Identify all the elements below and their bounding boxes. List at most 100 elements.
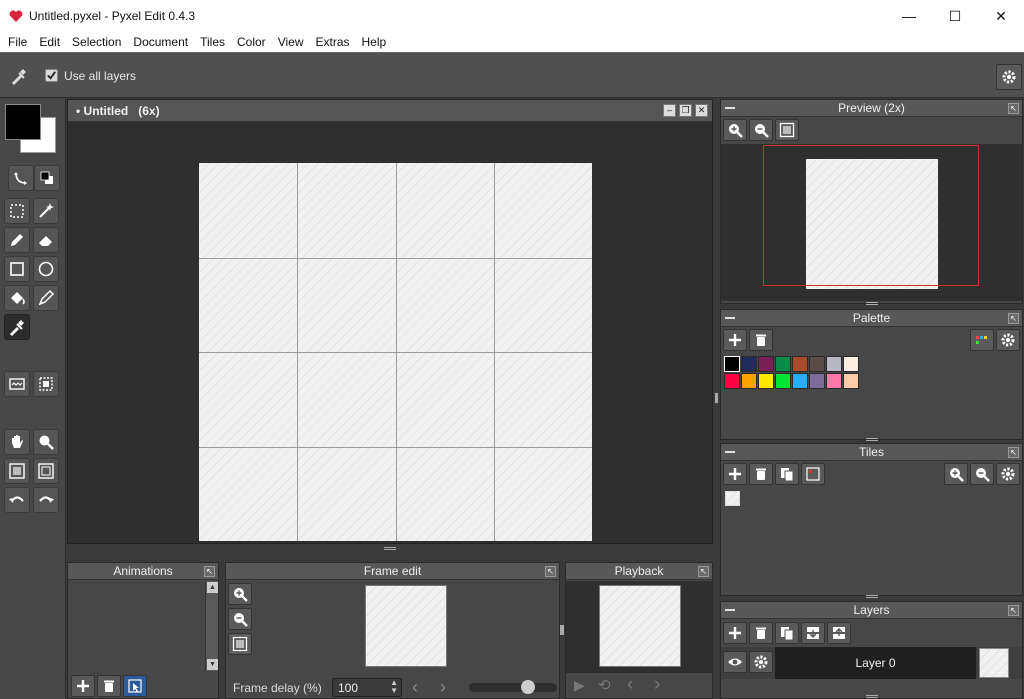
palette-swatch[interactable]: [792, 356, 808, 372]
tiles-zoom-in-button[interactable]: [944, 463, 968, 485]
popout-button[interactable]: ↖: [204, 566, 215, 577]
add-color-button[interactable]: [723, 329, 747, 351]
frame-zoom-out-button[interactable]: [228, 608, 252, 630]
palette-swatch[interactable]: [826, 373, 842, 389]
maximize-button[interactable]: ☐: [932, 0, 978, 32]
next-button[interactable]: ›: [654, 674, 660, 696]
palette-swatch[interactable]: [809, 373, 825, 389]
duplicate-tile-button[interactable]: [775, 463, 799, 485]
select-animation-button[interactable]: [123, 675, 147, 697]
redo-button[interactable]: [33, 487, 59, 513]
frame-slider-knob[interactable]: [520, 680, 535, 694]
palette-swatch[interactable]: [809, 356, 825, 372]
palette-swatch[interactable]: [758, 373, 774, 389]
magic-wand-tool[interactable]: [33, 198, 59, 224]
rectangle-tool[interactable]: [4, 256, 30, 282]
layer-name-cell[interactable]: Layer 0: [775, 647, 976, 679]
merge-layer-down-button[interactable]: [801, 622, 825, 644]
ellipse-tool[interactable]: [33, 256, 59, 282]
fit-canvas-button[interactable]: [4, 458, 30, 484]
layer-row[interactable]: Layer 0: [721, 647, 1022, 679]
swap-colors-button[interactable]: [8, 165, 34, 191]
tile-select-tool[interactable]: [33, 371, 59, 397]
layer-visibility-button[interactable]: [723, 651, 747, 673]
menu-view[interactable]: View: [272, 35, 310, 49]
add-animation-button[interactable]: [71, 675, 95, 697]
palette-presets-button[interactable]: [970, 329, 994, 351]
menu-document[interactable]: Document: [127, 35, 194, 49]
actual-size-button[interactable]: [33, 458, 59, 484]
menu-tiles[interactable]: Tiles: [194, 35, 231, 49]
delete-tile-button[interactable]: [749, 463, 773, 485]
collapse-button[interactable]: [725, 451, 735, 453]
palette-swatch[interactable]: [775, 373, 791, 389]
rect-select-tool[interactable]: [4, 198, 30, 224]
menu-file[interactable]: File: [2, 35, 33, 49]
palette-swatch[interactable]: [826, 356, 842, 372]
minimize-button[interactable]: —: [886, 0, 932, 32]
frame-thumbnail[interactable]: [365, 585, 447, 667]
frame-slider-track[interactable]: [469, 680, 557, 694]
play-button[interactable]: ▶: [574, 677, 585, 694]
doc-minimize-button[interactable]: –: [663, 104, 676, 117]
tile-mask-button[interactable]: [801, 463, 825, 485]
color-replace-tool[interactable]: [33, 285, 59, 311]
preview-fit-button[interactable]: [775, 119, 799, 141]
stepper-arrows[interactable]: ▲ ▼: [390, 679, 398, 695]
tiles-settings-button[interactable]: [996, 463, 1020, 485]
palette-settings-button[interactable]: [996, 329, 1020, 351]
palette-swatch[interactable]: [775, 356, 791, 372]
menu-color[interactable]: Color: [231, 35, 272, 49]
popout-button[interactable]: ↖: [1008, 447, 1019, 458]
pencil-tool[interactable]: [4, 227, 30, 253]
frame-fit-button[interactable]: [228, 633, 252, 655]
delete-layer-button[interactable]: [749, 622, 773, 644]
preview-viewport-rect[interactable]: [763, 145, 979, 286]
menu-edit[interactable]: Edit: [33, 35, 66, 49]
eraser-tool[interactable]: [33, 227, 59, 253]
horizontal-splitter[interactable]: [67, 545, 713, 551]
use-all-layers-checkbox[interactable]: [45, 69, 58, 82]
preview-zoom-out-button[interactable]: [749, 119, 773, 141]
pan-tool[interactable]: [4, 429, 30, 455]
popout-button[interactable]: ↖: [1008, 605, 1019, 616]
settings-gear-button[interactable]: [996, 64, 1022, 90]
next-frame-button[interactable]: ›: [440, 677, 446, 698]
drawing-canvas[interactable]: [199, 163, 592, 541]
doc-close-button[interactable]: ✕: [695, 104, 708, 117]
fill-tool[interactable]: [4, 285, 30, 311]
zoom-tool[interactable]: [33, 429, 59, 455]
primary-color-swatch[interactable]: [5, 104, 41, 140]
palette-swatch[interactable]: [741, 356, 757, 372]
color-picker-tool[interactable]: [4, 314, 30, 340]
palette-swatch[interactable]: [792, 373, 808, 389]
popout-button[interactable]: ↖: [1008, 103, 1019, 114]
palette-swatch[interactable]: [741, 373, 757, 389]
frame-delay-input[interactable]: 100 ▲ ▼: [332, 678, 402, 697]
duplicate-layer-button[interactable]: [775, 622, 799, 644]
delete-animation-button[interactable]: [97, 675, 121, 697]
popout-button[interactable]: ↖: [1008, 313, 1019, 324]
menu-selection[interactable]: Selection: [66, 35, 127, 49]
add-layer-button[interactable]: [723, 622, 747, 644]
menu-extras[interactable]: Extras: [309, 35, 355, 49]
collapse-button[interactable]: [725, 317, 735, 319]
close-button[interactable]: ✕: [978, 0, 1024, 32]
palette-swatch[interactable]: [724, 356, 740, 372]
vertical-splitter[interactable]: [713, 99, 720, 699]
animations-scrollbar[interactable]: ▲ ▼: [205, 581, 218, 671]
menu-help[interactable]: Help: [356, 35, 393, 49]
prev-button[interactable]: ‹: [627, 674, 633, 696]
tiles-zoom-out-button[interactable]: [970, 463, 994, 485]
collapse-button[interactable]: [725, 107, 735, 109]
collapse-button[interactable]: [725, 609, 735, 611]
popout-button[interactable]: ↖: [545, 566, 556, 577]
dither-tool[interactable]: [4, 371, 30, 397]
layer-settings-button[interactable]: [749, 651, 773, 673]
frame-zoom-in-button[interactable]: [228, 583, 252, 605]
palette-swatch[interactable]: [758, 356, 774, 372]
delete-color-button[interactable]: [749, 329, 773, 351]
prev-frame-button[interactable]: ‹: [412, 677, 418, 698]
doc-restore-button[interactable]: ❐: [679, 104, 692, 117]
tile-thumbnail[interactable]: [725, 491, 740, 506]
